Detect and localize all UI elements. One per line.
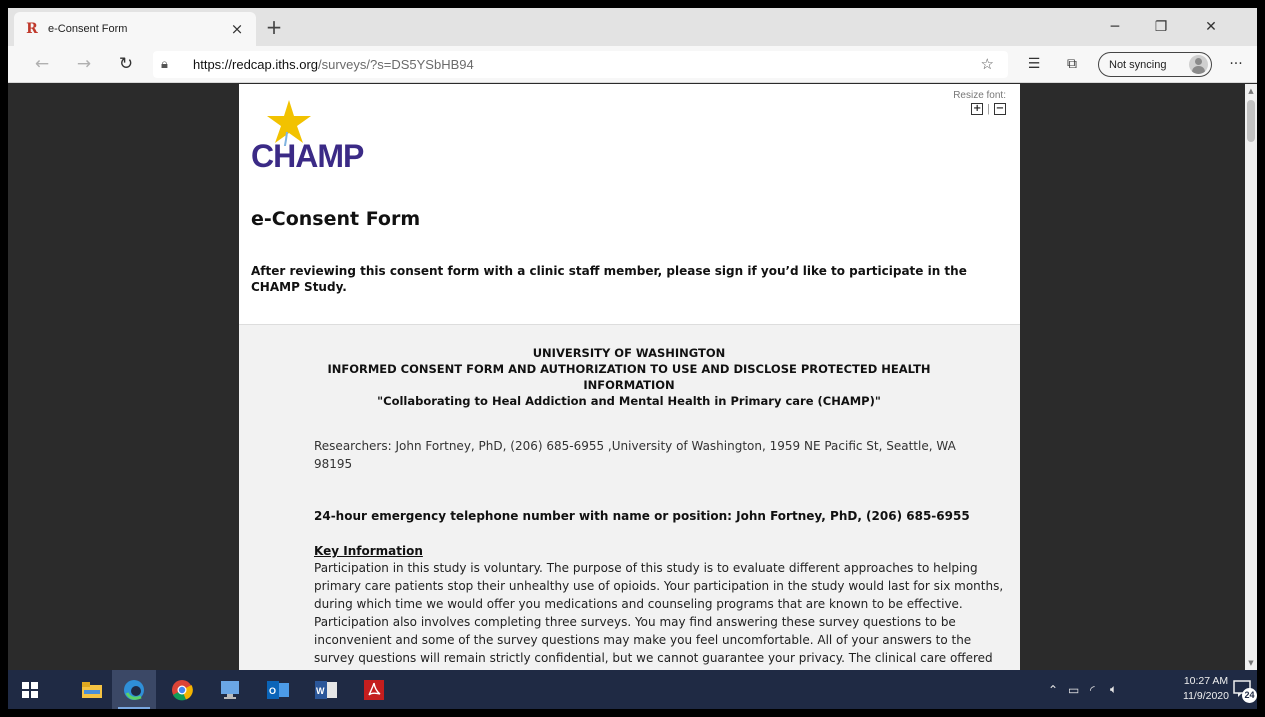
more-menu-icon[interactable]: ··· <box>1222 51 1250 77</box>
windows-start-icon[interactable] <box>8 670 52 709</box>
page-scrollbar[interactable]: ▲ ▼ <box>1245 84 1257 670</box>
emergency-phone-text: 24-hour emergency telephone number with … <box>314 509 970 523</box>
scroll-down-icon[interactable]: ▼ <box>1245 656 1257 670</box>
key-information-heading: Key Information <box>314 544 423 558</box>
browser-toolbar: ← → ↻ 🔒︎ https://redcap.iths.org/surveys… <box>8 46 1257 83</box>
clock-date: 11/9/2020 <box>1183 690 1229 702</box>
header-university: UNIVERSITY OF WASHINGTON <box>532 346 726 360</box>
font-decrease-icon[interactable]: − <box>994 103 1006 115</box>
key-information-text: Participation in this study is voluntary… <box>314 561 1004 670</box>
windows-taskbar: O W ⌃ ▭ ◜ 🔈︎ 10:27 AM 11/9/2020 24 <box>8 670 1257 709</box>
tab-close-icon[interactable]: × <box>228 20 246 38</box>
tab-e-consent-form[interactable]: R e-Consent Form × <box>14 12 256 46</box>
taskbar-clock[interactable]: 10:27 AM 11/9/2020 <box>1176 674 1236 704</box>
collections-icon[interactable]: ⧉ <box>1058 51 1086 77</box>
header-study-title: "Collaborating to Heal Addiction and Men… <box>377 394 881 408</box>
close-window-icon[interactable]: ✕ <box>1188 8 1234 46</box>
volume-icon[interactable]: 🔈︎ <box>1110 670 1117 709</box>
clock-time: 10:27 AM <box>1183 675 1229 687</box>
back-arrow-icon[interactable]: ← <box>28 51 56 77</box>
url-host: https://redcap.iths.org <box>193 57 319 72</box>
scroll-up-icon[interactable]: ▲ <box>1245 84 1257 98</box>
restore-icon[interactable]: ❐ <box>1138 8 1184 46</box>
page-title: e-Consent Form <box>251 208 421 230</box>
instructions-text: After reviewing this consent form with a… <box>251 264 967 294</box>
avatar <box>1189 55 1208 74</box>
tab-strip: R e-Consent Form × + ─ ❐ ✕ <box>8 8 1257 46</box>
minimize-icon[interactable]: ─ <box>1092 8 1138 46</box>
favorites-list-icon[interactable]: ☰ <box>1020 51 1048 77</box>
url-path: /surveys/?s=DS5YSbHB94 <box>318 57 474 72</box>
survey-page: Resize font: + | − CHAMP e-Consent Form … <box>239 84 1020 670</box>
font-increase-icon[interactable]: + <box>971 103 984 115</box>
browser-window: R e-Consent Form × + ─ ❐ ✕ ← → ↻ 🔒︎ http… <box>8 8 1257 709</box>
outlook-icon[interactable]: O <box>256 670 300 709</box>
header-consent-title: INFORMED CONSENT FORM AND AUTHORIZATION … <box>327 362 931 392</box>
favorite-star-icon[interactable]: ☆ <box>981 55 994 73</box>
resize-font-label: Resize font: <box>953 90 1006 101</box>
refresh-icon[interactable]: ↻ <box>112 51 140 77</box>
page-viewport: Resize font: + | − CHAMP e-Consent Form … <box>8 84 1257 670</box>
notification-center-icon[interactable]: 24 <box>1233 679 1257 703</box>
new-tab-button[interactable]: + <box>260 15 288 41</box>
consent-document: UNIVERSITY OF WASHINGTON INFORMED CONSEN… <box>239 324 1020 670</box>
tab-title: e-Consent Form <box>48 23 128 35</box>
profile-sync-button[interactable]: Not syncing <box>1098 52 1212 77</box>
notification-count-badge: 24 <box>1242 688 1257 703</box>
edge-browser-icon[interactable] <box>112 670 156 709</box>
lock-icon: 🔒︎ <box>161 57 168 72</box>
svg-text:W: W <box>316 686 325 696</box>
logo-text: CHAMP <box>251 138 364 174</box>
redcap-favicon-icon: R <box>26 21 38 37</box>
remote-desktop-icon[interactable] <box>208 670 252 709</box>
resize-font-control: Resize font: + | − <box>953 90 1006 115</box>
tray-chevron-icon[interactable]: ⌃ <box>1048 670 1058 709</box>
scrollbar-thumb[interactable] <box>1247 100 1255 142</box>
sync-label: Not syncing <box>1109 58 1167 71</box>
chrome-icon[interactable] <box>160 670 204 709</box>
forward-arrow-icon[interactable]: → <box>70 51 98 77</box>
address-bar[interactable]: 🔒︎ https://redcap.iths.org/surveys/?s=DS… <box>153 51 1008 78</box>
word-icon[interactable]: W <box>304 670 348 709</box>
battery-icon[interactable]: ▭ <box>1068 670 1079 709</box>
wifi-icon[interactable]: ◜ <box>1090 670 1095 709</box>
file-explorer-icon[interactable] <box>70 670 114 709</box>
researchers-text: Researchers: John Fortney, PhD, (206) 68… <box>314 439 956 471</box>
acrobat-icon[interactable] <box>352 670 396 709</box>
svg-text:O: O <box>269 686 276 696</box>
champ-logo: CHAMP <box>251 100 391 176</box>
